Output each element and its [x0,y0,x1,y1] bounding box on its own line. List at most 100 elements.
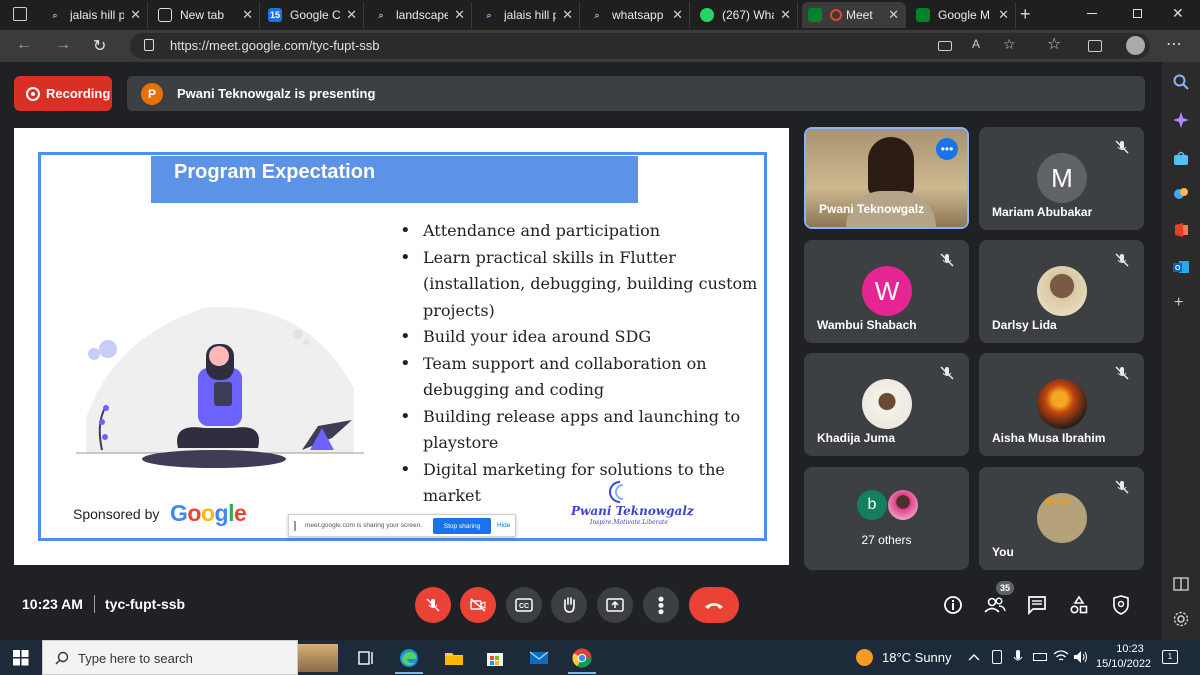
whatsapp-icon [700,8,714,22]
close-tab-icon[interactable]: ✕ [888,7,899,23]
task-view-icon[interactable] [355,647,377,669]
restore-button[interactable] [1133,9,1142,18]
close-tab-icon[interactable]: ✕ [346,7,357,23]
camera-toggle-button[interactable] [460,587,496,623]
participant-tile[interactable]: W Wambui Shabach [804,240,969,343]
close-tab-icon[interactable]: ✕ [242,7,253,23]
back-icon[interactable]: ← [16,36,32,54]
wifi-icon[interactable] [1053,649,1069,663]
browser-tab[interactable]: ⌕ jalais hill p ✕ [42,2,148,28]
meeting-clock: 10:23 AM [22,596,83,612]
raise-hand-button[interactable] [551,587,587,623]
favorite-add-icon[interactable]: ☆ [1003,36,1016,53]
split-screen-icon[interactable] [1173,576,1189,592]
close-tab-icon[interactable]: ✕ [672,7,683,23]
weather-text[interactable]: 18°C Sunny [882,650,952,665]
tools-icon[interactable] [1173,186,1189,202]
active-app-underline [395,672,423,674]
leave-call-button[interactable] [689,587,739,623]
close-window-button[interactable]: ✕ [1172,5,1184,22]
lock-icon[interactable] [144,39,154,51]
participant-tile[interactable]: Aisha Musa Ibrahim [979,353,1144,456]
more-menu-icon[interactable]: ⋯ [1166,34,1182,54]
microsoft-store-icon[interactable] [484,647,506,669]
hide-banner-button[interactable]: Hide [497,522,510,529]
microphone-icon[interactable] [1013,649,1023,665]
tab-actions-icon[interactable] [13,7,27,21]
browser-tab[interactable]: 15 Google Ca ✕ [262,2,364,28]
camera-icon[interactable] [938,41,952,51]
close-tab-icon[interactable]: ✕ [562,7,573,23]
outlook-icon[interactable]: O [1173,259,1189,275]
close-tab-icon[interactable]: ✕ [998,7,1009,23]
mic-off-icon [426,598,440,612]
search-icon[interactable] [1173,74,1189,90]
forward-icon[interactable]: → [55,36,71,54]
close-tab-icon[interactable]: ✕ [780,7,791,23]
weather-icon[interactable] [856,649,873,666]
address-bar[interactable]: https://meet.google.com/tyc-fupt-ssb A ☆ [130,33,1150,59]
people-button[interactable] [983,593,1007,617]
office-icon[interactable] [1173,222,1189,238]
browser-tab-active[interactable]: Meet ✕ [802,2,906,28]
browser-tab[interactable]: Google M ✕ [910,2,1016,28]
profile-avatar[interactable] [1126,36,1145,55]
mic-off-icon [940,253,954,267]
browser-tab[interactable]: ⌕ landscape ✕ [368,2,472,28]
new-tab-button[interactable]: + [1020,4,1031,25]
tray-date[interactable]: 15/10/2022 [1096,658,1151,670]
captions-button[interactable]: CC [506,587,542,623]
browser-tab[interactable]: ⌕ jalais hill p ✕ [476,2,580,28]
battery-icon[interactable] [1033,653,1047,661]
info-icon [944,596,962,614]
recording-indicator[interactable]: Recording [14,76,112,111]
browser-tab[interactable]: (267) What ✕ [694,2,798,28]
participant-tile[interactable]: Khadija Juma [804,353,969,456]
more-options-button[interactable]: ••• [936,138,958,160]
device-icon[interactable] [992,650,1002,664]
slide-title: Program Expectation [174,161,376,183]
notifications-icon[interactable]: 1 [1162,650,1178,664]
host-controls-button[interactable] [1109,593,1133,617]
present-now-button[interactable] [597,587,633,623]
browser-tab[interactable]: New tab ✕ [152,2,260,28]
volume-icon[interactable] [1073,650,1089,664]
others-tile[interactable]: b 27 others [804,467,969,570]
collections-icon[interactable] [1088,40,1102,52]
settings-gear-icon[interactable] [1173,611,1189,627]
people-icon [984,597,1006,613]
browser-tab[interactable]: ⌕ whatsapp ✕ [584,2,690,28]
favorites-icon[interactable]: ☆ [1047,34,1061,54]
participant-tile[interactable]: ••• Pwani Teknowgalz [804,127,969,229]
meeting-details-button[interactable] [941,593,965,617]
more-options-button[interactable]: ••• [643,587,679,623]
mail-icon[interactable] [528,647,550,669]
windows-start-icon[interactable] [13,650,29,666]
add-sidebar-app-icon[interactable]: + [1174,294,1183,312]
chrome-icon[interactable] [571,647,593,669]
reload-icon[interactable]: ↻ [93,36,106,56]
tray-chevron-icon[interactable] [968,652,980,662]
taskbar-search-box[interactable]: Type here to search [42,640,298,675]
more-vert-icon: ••• [651,595,671,615]
drag-handle-icon[interactable] [294,521,296,531]
shared-screen: Program Expectation Attendance and parti… [14,128,789,565]
tray-time[interactable]: 10:23 [1108,643,1152,655]
participant-tile-self[interactable]: django You [979,467,1144,570]
copilot-sparkle-icon[interactable] [1173,112,1189,128]
close-tab-icon[interactable]: ✕ [454,7,465,23]
file-explorer-icon[interactable] [443,647,465,669]
close-tab-icon[interactable]: ✕ [130,7,141,23]
participant-tile[interactable]: Darlsy Lida [979,240,1144,343]
mic-toggle-button[interactable] [415,587,451,623]
minimize-button[interactable] [1087,13,1097,14]
read-aloud-icon[interactable]: A [972,37,980,51]
activities-button[interactable] [1067,593,1091,617]
chat-button[interactable] [1025,593,1049,617]
shopping-icon[interactable] [1173,150,1189,166]
edge-browser-icon[interactable] [398,647,420,669]
participant-tile[interactable]: M Mariam Abubakar [979,127,1144,230]
recording-label: Recording [46,86,111,101]
stop-sharing-button[interactable]: Stop sharing [433,518,491,534]
search-icon [55,651,69,665]
